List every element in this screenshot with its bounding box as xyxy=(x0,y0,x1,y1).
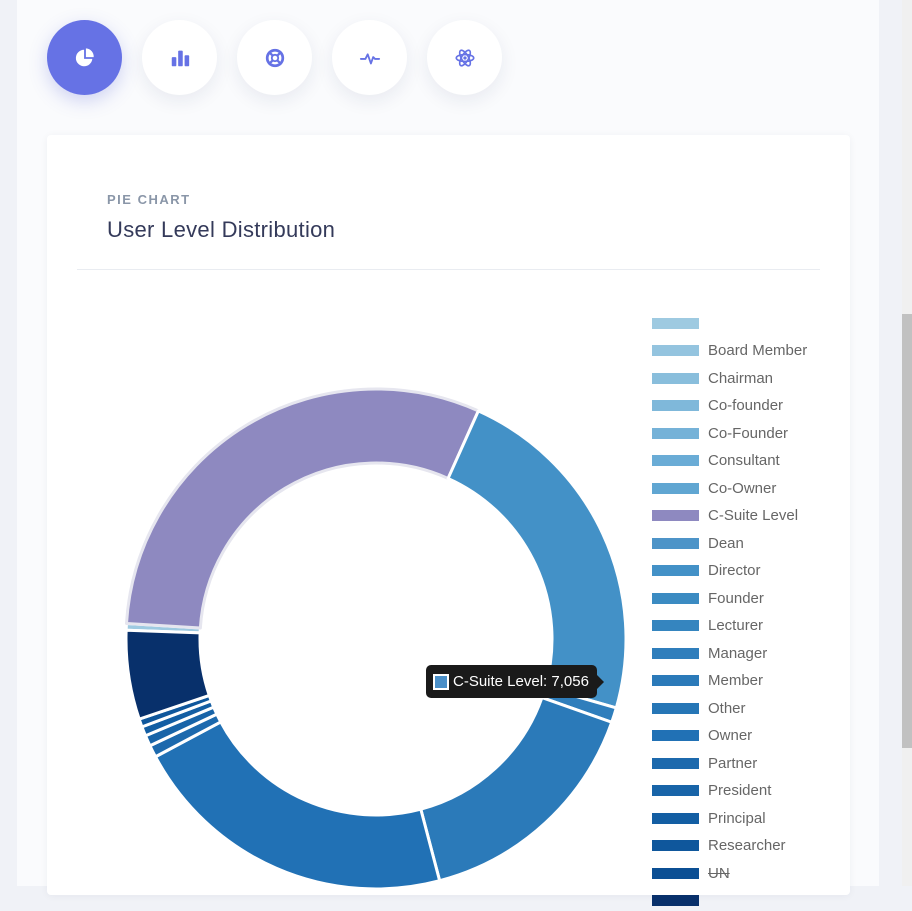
legend-item[interactable]: Member xyxy=(652,671,763,691)
legend-label: UN xyxy=(708,864,730,882)
legend-label: Board Member xyxy=(708,342,808,359)
legend-swatch xyxy=(652,730,699,741)
legend-swatch xyxy=(652,537,699,549)
legend-label: C-Suite Level xyxy=(708,507,799,524)
legend-swatch xyxy=(652,372,699,384)
pie-slice[interactable] xyxy=(124,387,480,630)
legend-label: Dean xyxy=(708,534,744,552)
legend-label: Partner xyxy=(708,754,758,772)
legend-swatch xyxy=(652,757,699,769)
legend-label: Lecturer xyxy=(708,617,764,634)
legend-swatch xyxy=(652,510,699,521)
scrollbar-thumb[interactable] xyxy=(902,314,912,748)
atom-icon-button[interactable] xyxy=(427,20,502,95)
legend-item[interactable] xyxy=(652,891,708,911)
atom-icon xyxy=(454,48,475,67)
legend-label: Founder xyxy=(708,589,764,607)
legend-item[interactable]: Researcher xyxy=(652,836,786,856)
life-ring-icon-button[interactable] xyxy=(237,20,312,95)
pie-slice[interactable] xyxy=(153,720,442,891)
legend-item[interactable]: Lecturer xyxy=(652,616,763,636)
legend-label: Principal xyxy=(708,809,766,827)
legend-label: Chairman xyxy=(708,369,774,387)
page-container: PIE CHART User Level Distribution Board … xyxy=(17,0,879,906)
legend-swatch xyxy=(652,620,699,631)
legend-item[interactable]: Manager xyxy=(652,643,767,663)
chart-card: PIE CHART User Level Distribution Board … xyxy=(47,135,850,906)
legend-swatch xyxy=(652,482,699,494)
legend-item[interactable]: Co-founder xyxy=(652,396,783,416)
pie-slice[interactable] xyxy=(419,696,614,883)
pulse-icon-button[interactable] xyxy=(332,20,407,95)
legend-label: Consultant xyxy=(708,452,780,469)
pie-chart-icon xyxy=(75,47,94,66)
legend-swatch xyxy=(652,785,699,796)
legend-item[interactable]: Founder xyxy=(652,588,764,608)
legend-item[interactable]: Director xyxy=(652,561,761,581)
chart-tooltip: C-Suite Level: 7,056 xyxy=(426,665,604,698)
legend-label: Other xyxy=(708,699,746,717)
pie-slice[interactable] xyxy=(446,409,628,710)
legend-item[interactable]: UN xyxy=(652,863,730,883)
legend-label: Co-Founder xyxy=(708,424,789,442)
legend-swatch xyxy=(652,592,699,604)
bar-chart-icon xyxy=(171,50,189,66)
legend-item[interactable]: Other xyxy=(652,698,746,718)
legend-item[interactable]: Co-Owner xyxy=(652,478,776,498)
legend-swatch xyxy=(652,400,699,411)
bar-chart-icon-button[interactable] xyxy=(142,20,217,95)
pulse-icon xyxy=(359,52,380,64)
legend-label: Director xyxy=(708,562,761,579)
legend-swatch xyxy=(652,455,699,466)
legend-swatch xyxy=(652,565,699,576)
pie-chart-icon-button[interactable] xyxy=(47,20,122,95)
legend-item[interactable]: Board Member xyxy=(652,341,807,361)
legend-label: Manager xyxy=(708,644,768,662)
legend-swatch xyxy=(652,345,699,356)
legend-item[interactable] xyxy=(652,313,708,333)
legend-item[interactable]: President xyxy=(652,781,771,801)
legend-label: Researcher xyxy=(708,837,786,854)
legend-label: Member xyxy=(708,672,764,689)
legend-item[interactable]: Consultant xyxy=(652,451,780,471)
legend-swatch xyxy=(652,317,699,329)
legend-swatch xyxy=(652,840,699,851)
scrollbar[interactable] xyxy=(902,0,912,886)
legend-label: Co-founder xyxy=(708,397,784,414)
legend-label: President xyxy=(708,782,772,799)
legend-swatch xyxy=(652,427,699,439)
life-ring-icon xyxy=(265,48,284,67)
legend-swatch xyxy=(652,675,699,686)
legend-item[interactable]: C-Suite Level xyxy=(652,506,798,526)
legend-item[interactable]: Partner xyxy=(652,753,757,773)
legend-label: Owner xyxy=(708,727,753,744)
legend-swatch xyxy=(652,702,699,714)
legend-item[interactable]: Principal xyxy=(652,808,766,828)
tooltip-swatch xyxy=(433,673,449,690)
legend-item[interactable]: Chairman xyxy=(652,368,773,388)
legend-swatch xyxy=(652,867,699,879)
donut-chart[interactable] xyxy=(47,135,628,895)
legend-swatch xyxy=(652,647,699,659)
legend-swatch xyxy=(652,812,699,824)
legend-swatch xyxy=(652,895,699,906)
legend-item[interactable]: Owner xyxy=(652,726,752,746)
tooltip-text: C-Suite Level: 7,056 xyxy=(453,673,589,690)
legend-item[interactable]: Co-Founder xyxy=(652,423,788,443)
legend-label: Co-Owner xyxy=(708,479,777,497)
legend-item[interactable]: Dean xyxy=(652,533,744,553)
